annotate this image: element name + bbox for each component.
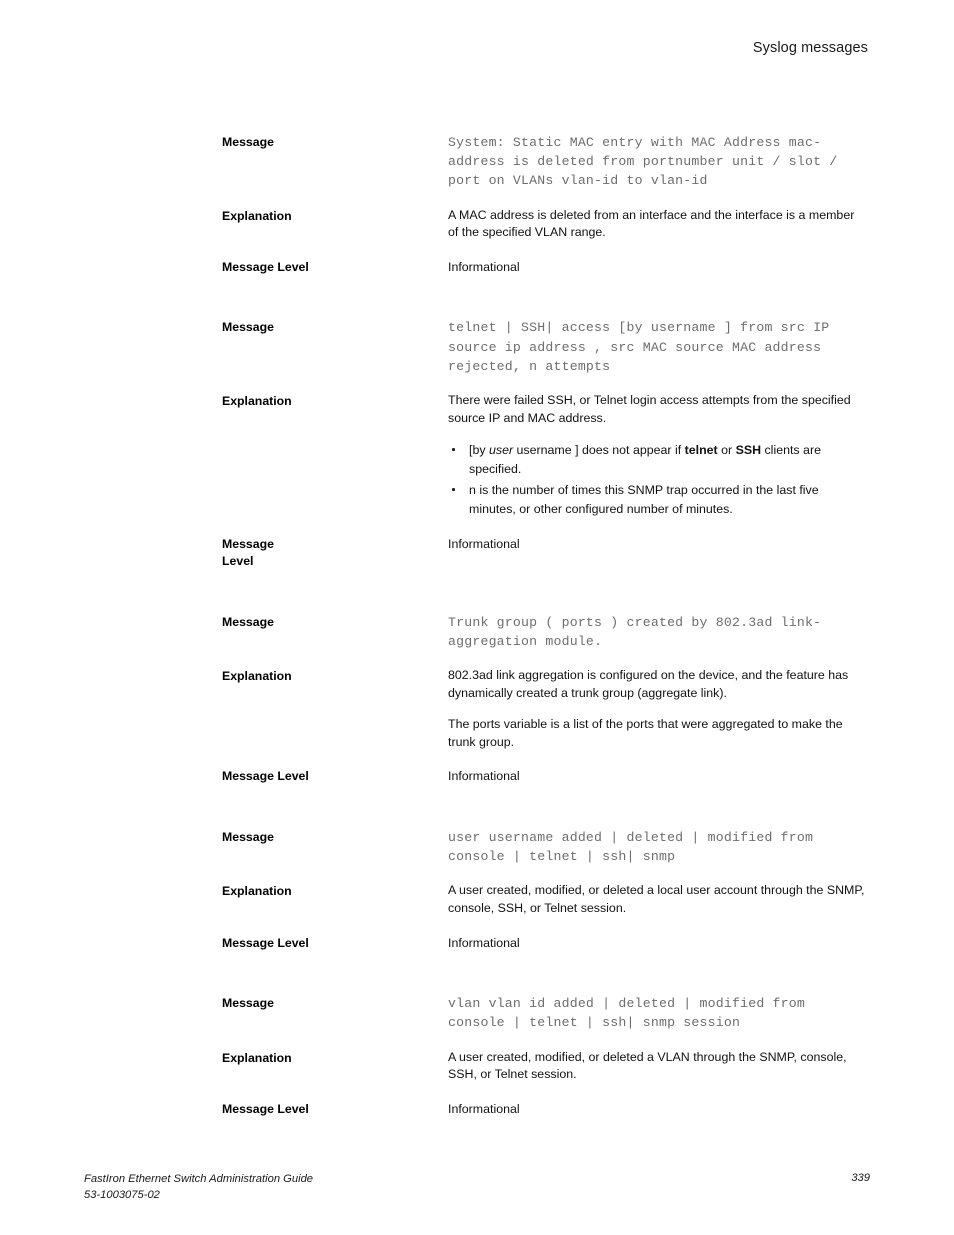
message-value: telnet | SSH| access [by username ] from… [448,318,868,376]
syslog-message-block: Message System: Static MAC entry with MA… [222,133,868,276]
message-row: Message vlan vlan id added | deleted | m… [222,994,868,1032]
bullet-dot-icon [452,488,455,491]
explanation-value: A MAC address is deleted from an interfa… [448,207,868,242]
explanation-value: A user created, modified, or deleted a V… [448,1049,868,1084]
footer-document-info: FastIron Ethernet Switch Administration … [84,1172,313,1203]
message-level-row: Message Level Informational [222,1100,868,1119]
message-level-value: Informational [448,1101,520,1116]
explanation-paragraph: A MAC address is deleted from an interfa… [448,207,855,240]
message-level-row: Message Level Informational [222,258,868,277]
message-label: Message [222,829,274,844]
running-header: Syslog messages [752,40,868,56]
explanation-row: Explanation A user created, modified, or… [222,1049,868,1084]
message-row: Message telnet | SSH| access [by usernam… [222,318,868,376]
page-number: 339 [851,1172,870,1184]
message-level-label: Message Level [222,536,274,569]
bullet-text-prefix: [by [469,443,489,458]
explanation-value: 802.3ad link aggregation is configured o… [448,667,868,751]
explanation-paragraph: A user created, modified, or deleted a l… [448,883,865,915]
syslog-message-block: Message Trunk group ( ports ) created by… [222,613,868,786]
page-footer: FastIron Ethernet Switch Administration … [84,1172,870,1203]
message-syntax-text: System: Static MAC entry with MAC Addres… [448,135,846,189]
explanation-paragraph: 802.3ad link aggregation is configured o… [448,667,849,700]
message-syntax-text: vlan vlan id added | deleted | modified … [448,996,814,1031]
list-item: n is the number of times this SNMP trap … [448,481,868,518]
message-syntax-text: user username added | deleted | modified… [448,829,822,865]
message-syntax-text: telnet | SSH| access [by username ] from… [448,320,838,374]
explanation-row: Explanation There were failed SSH, or Te… [222,392,868,519]
message-level-value: Informational [448,536,520,551]
explanation-paragraph: The ports variable is a list of the port… [448,717,843,749]
explanation-value: There were failed SSH, or Telnet login a… [448,392,868,519]
message-value: user username added | deleted | modified… [448,828,868,866]
explanation-row: Explanation A user created, modified, or… [222,882,868,917]
explanation-paragraph: A user created, modified, or deleted a V… [448,1049,847,1082]
explanation-bullet-list: [by user username ] does not appear if t… [448,441,868,518]
message-value: System: Static MAC entry with MAC Addres… [448,133,868,191]
syslog-message-block: Message vlan vlan id added | deleted | m… [222,994,868,1118]
message-row: Message Trunk group ( ports ) created by… [222,613,868,651]
message-level-label: Message Level [222,1101,309,1116]
message-level-value: Informational [448,259,520,274]
bullet-dot-icon [452,448,455,451]
explanation-label: Explanation [222,208,292,223]
bullet-text: n is the number of times this SNMP trap … [469,483,819,516]
message-label: Message [222,320,274,335]
bullet-text-italic: user [488,443,514,458]
syslog-message-list: Message System: Static MAC entry with MA… [222,133,868,1118]
bullet-text-mid2: or [717,443,736,458]
message-value: vlan vlan id added | deleted | modified … [448,994,868,1032]
message-level-label: Message Level [222,935,309,950]
explanation-label: Explanation [222,884,292,899]
explanation-label: Explanation [222,668,292,683]
list-item: [by user username ] does not appear if t… [448,441,868,478]
message-level-row: Message Level Informational [222,767,868,786]
message-value: Trunk group ( ports ) created by 802.3ad… [448,613,868,651]
message-level-row: Message Level Informational [222,535,868,571]
message-label: Message [222,614,274,629]
message-label: Message [222,135,274,149]
explanation-label: Explanation [222,394,292,408]
bullet-text-bold1: telnet [684,443,718,458]
explanation-label: Explanation [222,1050,292,1065]
message-row: Message System: Static MAC entry with MA… [222,133,868,191]
message-level-value: Informational [448,769,520,784]
message-level-label: Message Level [222,259,309,274]
message-label: Message [222,996,274,1011]
bullet-text-bold2: SSH [735,443,762,458]
message-level-row: Message Level Informational [222,934,868,953]
explanation-value: A user created, modified, or deleted a l… [448,882,868,917]
syslog-message-block: Message user username added | deleted | … [222,828,868,952]
message-syntax-text: Trunk group ( ports ) created by 802.3ad… [448,614,822,649]
message-row: Message user username added | deleted | … [222,828,868,866]
footer-document-number: 53-1003075-02 [84,1188,160,1201]
explanation-paragraph: There were failed SSH, or Telnet login a… [448,393,851,425]
syslog-message-block: Message telnet | SSH| access [by usernam… [222,318,868,570]
message-level-value: Informational [448,935,520,950]
message-level-label: Message Level [222,769,309,784]
bullet-text-mid1: username ] does not appear if [513,443,685,458]
explanation-row: Explanation 802.3ad link aggregation is … [222,667,868,751]
explanation-row: Explanation A MAC address is deleted fro… [222,207,868,242]
footer-guide-title: FastIron Ethernet Switch Administration … [84,1173,314,1185]
